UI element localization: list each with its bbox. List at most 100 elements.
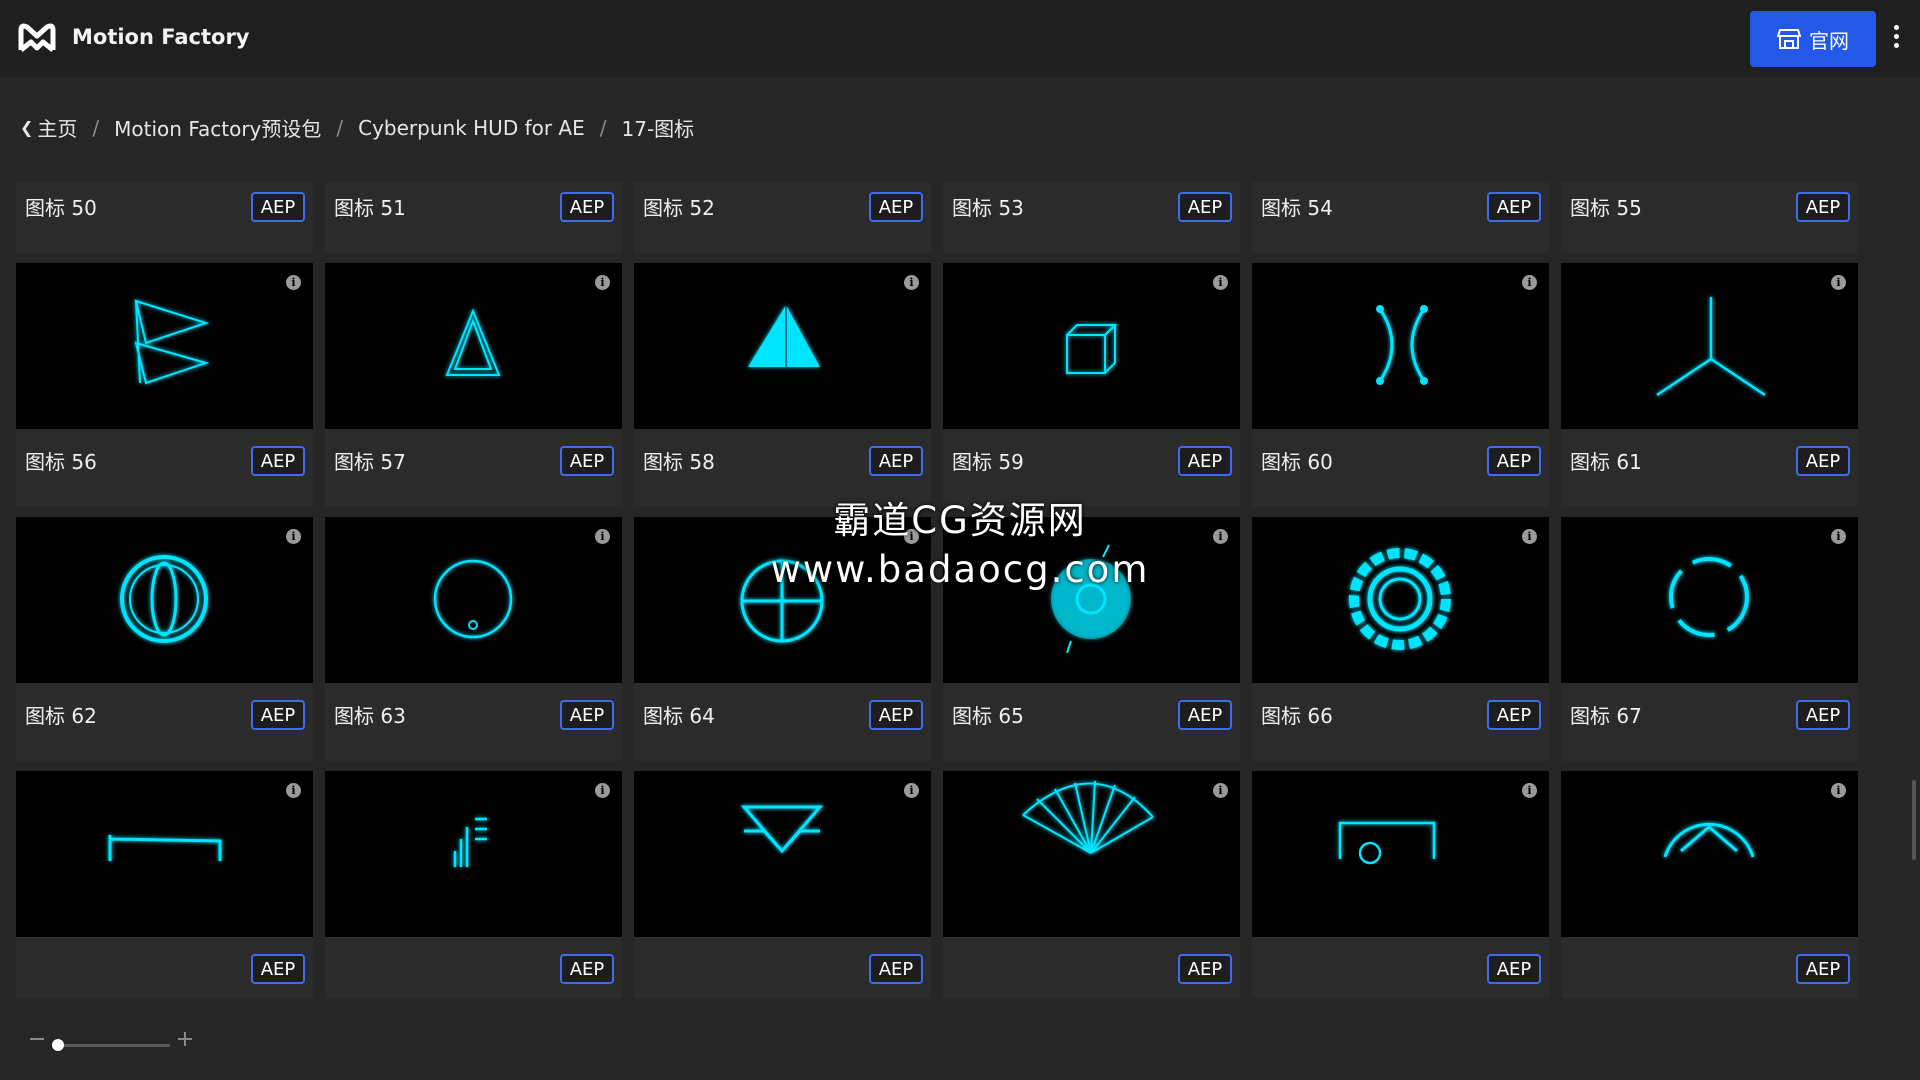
asset-card[interactable]: i 图标 61 AEP [1561,263,1858,507]
asset-thumbnail[interactable] [325,263,622,429]
aep-badge[interactable]: AEP [869,446,923,476]
info-icon[interactable]: i [286,783,301,798]
store-icon [1777,29,1801,49]
more-menu-icon[interactable] [1890,25,1902,53]
aep-badge[interactable]: AEP [1796,446,1850,476]
asset-card[interactable]: i 图标 54 AEP [1252,182,1549,253]
asset-card[interactable]: i 图标 60 AEP [1252,263,1549,507]
asset-card[interactable]: i AEP [1561,771,1858,998]
aep-badge[interactable]: AEP [1487,700,1541,730]
asset-card[interactable]: i 图标 51 AEP [325,182,622,253]
aep-badge[interactable]: AEP [560,192,614,222]
info-icon[interactable]: i [1522,275,1537,290]
aep-badge[interactable]: AEP [1487,954,1541,984]
aep-badge[interactable]: AEP [1178,954,1232,984]
zoom-out-icon[interactable] [30,1038,44,1040]
asset-card[interactable]: i 图标 58 AEP [634,263,931,507]
asset-card[interactable]: i AEP [634,771,931,998]
asset-card[interactable]: i 图标 62 AEP [16,517,313,761]
asset-card[interactable]: i 图标 50 AEP [16,182,313,253]
aep-badge[interactable]: AEP [251,954,305,984]
aep-badge[interactable]: AEP [1487,446,1541,476]
asset-card[interactable]: i AEP [325,771,622,998]
asset-card[interactable]: i 图标 57 AEP [325,263,622,507]
asset-thumbnail[interactable] [1252,517,1549,683]
aep-badge[interactable]: AEP [1178,192,1232,222]
asset-thumbnail[interactable] [1252,263,1549,429]
info-icon[interactable]: i [1831,275,1846,290]
aep-badge[interactable]: AEP [1178,446,1232,476]
aep-badge[interactable]: AEP [1796,700,1850,730]
asset-card[interactable]: i 图标 55 AEP [1561,182,1858,253]
asset-card[interactable]: i 图标 52 AEP [634,182,931,253]
breadcrumb-preset-pack[interactable]: Motion Factory预设包 [114,113,321,142]
motion-factory-logo-icon[interactable] [17,20,57,58]
info-icon[interactable]: i [595,275,610,290]
asset-card[interactable]: i 图标 66 AEP [1252,517,1549,761]
asset-card[interactable]: i 图标 67 AEP [1561,517,1858,761]
info-icon[interactable]: i [1831,529,1846,544]
grid-scrollbar[interactable] [1912,780,1916,860]
asset-card[interactable]: i AEP [16,771,313,998]
info-icon[interactable]: i [595,529,610,544]
asset-card[interactable]: i AEP [943,771,1240,998]
asset-thumbnail[interactable] [1561,263,1858,429]
info-icon[interactable]: i [286,275,301,290]
asset-card[interactable]: i 图标 59 AEP [943,263,1240,507]
info-icon[interactable]: i [1522,783,1537,798]
info-icon[interactable]: i [595,783,610,798]
app-title: Motion Factory [72,25,250,49]
asset-thumbnail[interactable] [325,771,622,937]
asset-thumbnail[interactable] [1252,771,1549,937]
asset-thumbnail[interactable] [943,771,1240,937]
chevron-left-icon[interactable]: ❮ [20,118,33,137]
aep-badge[interactable]: AEP [560,446,614,476]
asset-thumbnail[interactable] [16,517,313,683]
asset-thumbnail[interactable] [634,517,931,683]
zoom-in-icon[interactable] [178,1032,192,1046]
official-site-button[interactable]: 官网 [1750,11,1876,67]
aep-badge[interactable]: AEP [1487,192,1541,222]
aep-badge[interactable]: AEP [251,446,305,476]
info-icon[interactable]: i [1213,783,1228,798]
aep-badge[interactable]: AEP [1178,700,1232,730]
aep-badge[interactable]: AEP [251,192,305,222]
asset-thumbnail[interactable] [16,771,313,937]
aep-badge[interactable]: AEP [869,192,923,222]
asset-card[interactable]: i 图标 63 AEP [325,517,622,761]
asset-thumbnail[interactable] [1561,771,1858,937]
asset-thumbnail[interactable] [943,517,1240,683]
asset-thumbnail[interactable] [325,517,622,683]
aep-badge[interactable]: AEP [251,700,305,730]
info-icon[interactable]: i [904,783,919,798]
breadcrumb-home[interactable]: 主页 [37,113,77,142]
asset-card[interactable]: i 图标 64 AEP [634,517,931,761]
info-icon[interactable]: i [1213,275,1228,290]
asset-thumbnail[interactable] [16,263,313,429]
asset-thumbnail[interactable] [634,263,931,429]
zoom-slider-handle[interactable] [52,1039,64,1051]
info-icon[interactable]: i [904,529,919,544]
aep-badge[interactable]: AEP [1796,192,1850,222]
zoom-slider[interactable] [56,1044,170,1047]
info-icon[interactable]: i [904,275,919,290]
aep-badge[interactable]: AEP [560,700,614,730]
aep-badge[interactable]: AEP [560,954,614,984]
breadcrumb-cyberpunk-hud[interactable]: Cyberpunk HUD for AE [358,116,585,140]
aep-badge[interactable]: AEP [1796,954,1850,984]
info-icon[interactable]: i [1522,529,1537,544]
asset-thumbnail[interactable] [943,263,1240,429]
asset-card[interactable]: i AEP [1252,771,1549,998]
asset-card[interactable]: i 图标 56 AEP [16,263,313,507]
info-icon[interactable]: i [1831,783,1846,798]
asset-card[interactable]: i 图标 53 AEP [943,182,1240,253]
aep-badge[interactable]: AEP [869,954,923,984]
asset-grid-viewport[interactable]: i 图标 50 AEP i 图标 51 AEP i 图标 52 AEP i 图标… [0,182,1920,998]
asset-thumbnail[interactable] [1561,517,1858,683]
info-icon[interactable]: i [286,529,301,544]
aep-badge[interactable]: AEP [869,700,923,730]
breadcrumb-separator: / [599,115,607,140]
info-icon[interactable]: i [1213,529,1228,544]
asset-card[interactable]: i 图标 65 AEP [943,517,1240,761]
asset-thumbnail[interactable] [634,771,931,937]
